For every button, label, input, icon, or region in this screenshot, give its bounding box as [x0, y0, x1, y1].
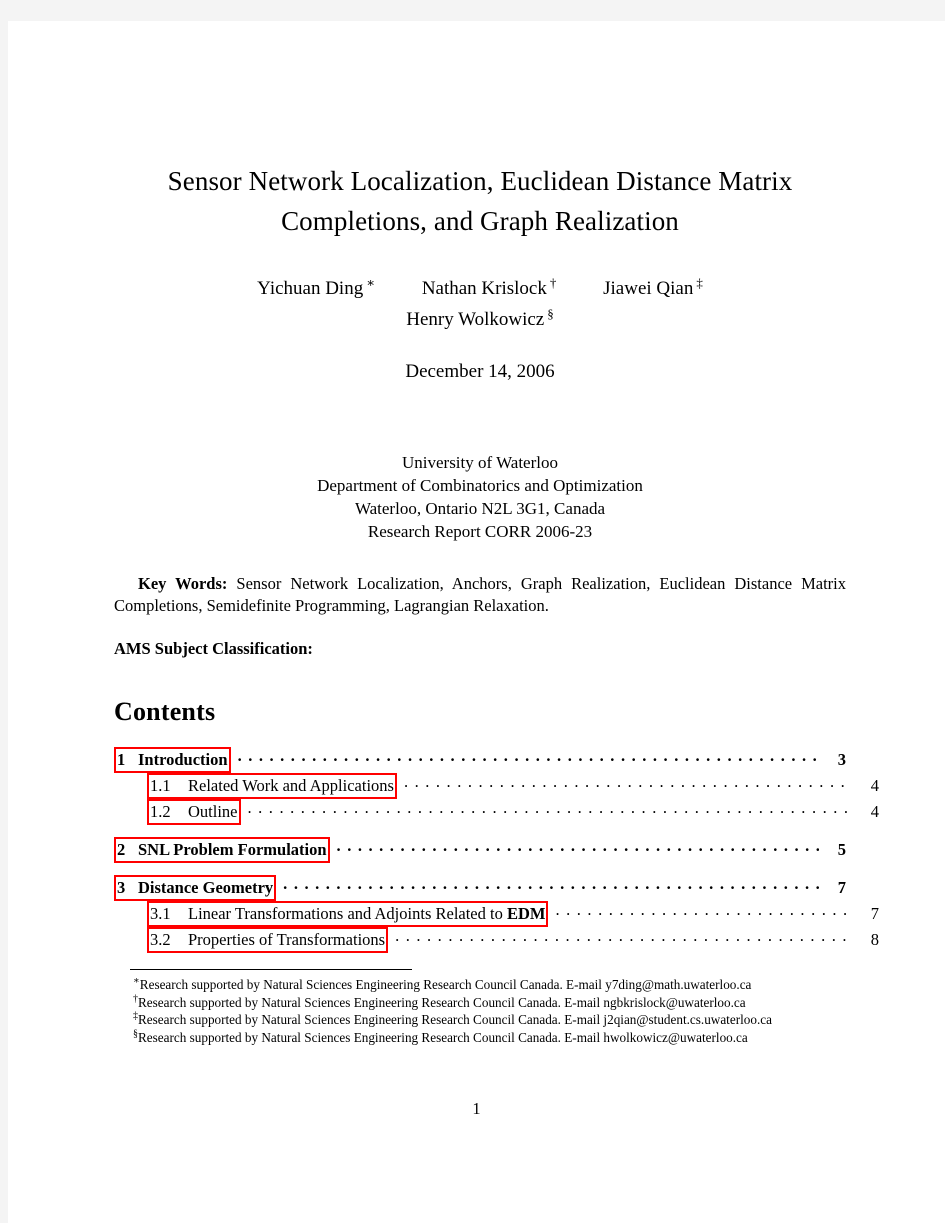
toc-dot-leader — [283, 879, 819, 893]
affiliation-line-4: Research Report CORR 2006-23 — [367, 522, 593, 541]
affiliation-line-2: Department of Combinatorics and Optimiza… — [317, 476, 643, 495]
toc-row: 3.2 Properties of Transformations 8 — [114, 927, 879, 953]
toc-link-1-1[interactable]: 1.1 Related Work and Applications — [147, 773, 397, 799]
author: Jiawei Qian ‡ — [603, 273, 703, 304]
ams-classification-label: AMS Subject Classification: — [114, 639, 313, 658]
toc-entry-number: 3 — [117, 878, 126, 897]
author: Henry Wolkowicz § — [406, 304, 553, 335]
footnote-marker: ∗ — [133, 975, 140, 987]
toc-link-3-2[interactable]: 3.2 Properties of Transformations — [147, 927, 389, 953]
toc-link-3[interactable]: 3 Distance Geometry — [114, 875, 277, 901]
footnotes-block: ∗Research supported by Natural Sciences … — [114, 969, 846, 1046]
toc-entry-number: 3.2 — [150, 930, 171, 949]
author: Yichuan Ding ∗ — [257, 273, 375, 304]
toc-entry-title: Linear Transformations and Adjoints Rela… — [188, 904, 546, 923]
footnote-text: Research supported by Natural Sciences E… — [138, 1029, 748, 1045]
toc-entry-number: 3.1 — [150, 904, 171, 923]
footnote: †Research supported by Natural Sciences … — [114, 994, 846, 1012]
toc-entry-title: Distance Geometry — [138, 878, 274, 897]
contents-heading: Contents — [114, 697, 216, 726]
footnote-text: Research supported by Natural Sciences E… — [138, 1012, 772, 1027]
toc-row: 3.1 Linear Transformations and Adjoints R… — [114, 901, 879, 927]
affiliation-block: University of Waterloo Department of Com… — [114, 451, 846, 543]
toc-row: 2 SNL Problem Formulation 5 — [114, 837, 846, 863]
author-name: Jiawei Qian — [603, 278, 694, 299]
toc-page-number: 4 — [870, 776, 879, 795]
table-of-contents: 1 Introduction 3 1.1 Related Work and Applic… — [114, 747, 879, 953]
toc-page-number: 5 — [837, 840, 846, 859]
toc-row: 1 Introduction 3 — [114, 747, 846, 773]
toc-page-number: 4 — [870, 802, 879, 821]
toc-dot-leader — [555, 905, 852, 919]
toc-entry-title: Related Work and Applications — [188, 776, 394, 795]
toc-dot-leader — [248, 803, 853, 817]
author-row-2: Henry Wolkowicz § — [114, 304, 846, 335]
affiliation-line-1: University of Waterloo — [401, 453, 558, 472]
toc-dot-leader — [404, 777, 852, 791]
toc-entry-number: 2 — [117, 840, 126, 859]
footnote-text: Research supported by Natural Sciences E… — [138, 994, 746, 1010]
footnote-marker: ‡ — [696, 274, 703, 290]
toc-page-number: 7 — [837, 878, 846, 897]
toc-row: 1.2 Outline 4 — [114, 799, 879, 825]
toc-entry-number: 1 — [117, 750, 126, 769]
toc-entry-title-emphasis: EDM — [506, 904, 546, 923]
title-line-1: Sensor Network Localization, Euclidean D… — [167, 166, 793, 196]
author: Nathan Krislock † — [422, 273, 557, 304]
toc-entry-title: SNL Problem Formulation — [138, 840, 327, 859]
toc-dot-leader — [238, 751, 819, 765]
footnote-text: Research supported by Natural Sciences E… — [139, 977, 752, 992]
toc-dot-leader — [337, 841, 819, 855]
footnote-marker: † — [549, 274, 557, 290]
toc-page-number: 3 — [837, 750, 846, 769]
toc-row: 3 Distance Geometry 7 — [114, 875, 846, 901]
toc-link-1-2[interactable]: 1.2 Outline — [147, 799, 241, 825]
toc-row: 1.1 Related Work and Applications 4 — [114, 773, 879, 799]
footnote: ‡Research supported by Natural Sciences … — [114, 1011, 846, 1029]
author-name: Henry Wolkowicz — [406, 309, 545, 330]
footnote: §Research supported by Natural Sciences … — [114, 1029, 846, 1047]
footnote-marker: § — [547, 305, 554, 321]
footnote: ∗Research supported by Natural Sciences … — [114, 976, 846, 994]
footnote-marker: ∗ — [366, 274, 376, 290]
publication-date: December 14, 2006 — [405, 361, 555, 382]
keywords-paragraph: Key Words: Sensor Network Localization, … — [114, 573, 846, 617]
toc-entry-number: 1.2 — [150, 802, 171, 821]
keywords-label: Key Words: — [138, 574, 228, 593]
toc-entry-title: Introduction — [138, 750, 228, 769]
page-number: 1 — [472, 1099, 481, 1118]
toc-page-number: 8 — [870, 930, 879, 949]
author-list: Yichuan Ding ∗ Nathan Krislock † Jiawei Qi… — [114, 273, 846, 335]
toc-link-3-1[interactable]: 3.1 Linear Transformations and Adjoints R… — [147, 901, 549, 927]
author-name: Yichuan Ding — [257, 278, 364, 299]
author-row-1: Yichuan Ding ∗ Nathan Krislock † Jiawei Qi… — [114, 273, 846, 304]
footnote-separator-rule — [130, 969, 412, 970]
pdf-page: Sensor Network Localization, Euclidean D… — [8, 21, 945, 1223]
toc-dot-leader — [395, 931, 852, 945]
toc-entry-number: 1.1 — [150, 776, 171, 795]
author-name: Nathan Krislock — [421, 278, 547, 299]
page-content: Sensor Network Localization, Euclidean D… — [114, 161, 879, 1046]
title-line-2: Completions, and Graph Realization — [281, 206, 679, 236]
toc-link-1[interactable]: 1 Introduction — [114, 747, 231, 773]
toc-entry-title: Properties of Transformations — [188, 930, 386, 949]
toc-entry-title: Outline — [188, 802, 238, 821]
page-title: Sensor Network Localization, Euclidean D… — [114, 161, 846, 241]
toc-link-2[interactable]: 2 SNL Problem Formulation — [114, 837, 330, 863]
affiliation-line-3: Waterloo, Ontario N2L 3G1, Canada — [354, 499, 606, 518]
toc-page-number: 7 — [870, 904, 879, 923]
